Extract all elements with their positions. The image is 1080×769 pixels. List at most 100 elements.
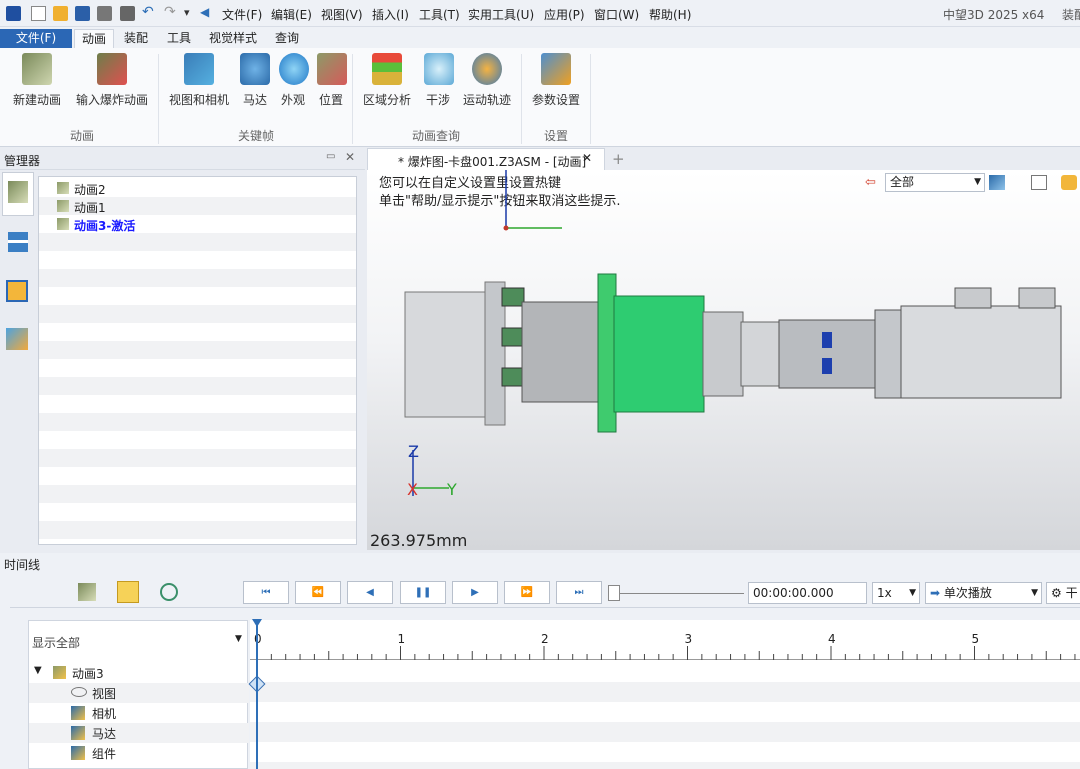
- document-tab[interactable]: * 爆炸图-卡盘001.Z3ASM - [动画] ✕: [367, 148, 605, 170]
- view-camera-button[interactable]: 视图和相机: [167, 53, 231, 108]
- motor-connector: [954, 287, 992, 309]
- interference-button[interactable]: 干涉: [424, 53, 454, 108]
- playhead[interactable]: [256, 620, 258, 769]
- coupling-insert: [822, 332, 832, 348]
- tree-item-animation1[interactable]: 动画1: [39, 197, 356, 215]
- keyframe-toggle-icon[interactable]: [117, 581, 139, 603]
- speed-select[interactable]: 1x ▼: [872, 582, 920, 604]
- tree-item-animation2[interactable]: 动画2: [39, 179, 356, 197]
- new-file-icon[interactable]: [31, 6, 46, 21]
- view-scene-icon[interactable]: [6, 328, 28, 350]
- rotary-housing: [521, 301, 601, 403]
- time-slider-track[interactable]: [620, 593, 744, 594]
- show-filter-select[interactable]: 显示全部 ▼: [29, 629, 249, 655]
- ruler-label: 4: [828, 632, 836, 646]
- tab-animation[interactable]: 动画: [74, 29, 114, 48]
- close-icon[interactable]: ✕: [345, 150, 355, 164]
- manager-side-toolbar: [0, 170, 36, 550]
- menu-window[interactable]: 窗口(W): [594, 6, 639, 23]
- scale-readout: 263.975mm: [370, 531, 468, 550]
- next-key-button[interactable]: ⏩: [504, 581, 550, 604]
- timeline-tracks[interactable]: [248, 660, 1080, 769]
- chevron-down-icon: ▼: [235, 634, 242, 644]
- menu-file[interactable]: 文件(F): [222, 6, 262, 23]
- redo-icon[interactable]: ↷: [164, 5, 179, 21]
- new-animation-button[interactable]: 新建动画: [11, 53, 63, 108]
- timeline-title: 时间线: [4, 558, 41, 572]
- quick-access-dropdown-icon[interactable]: ▾: [184, 6, 199, 21]
- timeline-tree-item-camera[interactable]: 相机: [29, 703, 249, 723]
- motor-icon: [240, 53, 270, 85]
- open-folder-icon[interactable]: [53, 6, 68, 21]
- menu-tools[interactable]: 工具(T): [419, 6, 460, 23]
- reverse-play-button[interactable]: ◀: [347, 581, 393, 604]
- tab-assembly[interactable]: 装配: [117, 29, 155, 48]
- menu-view[interactable]: 视图(V): [321, 6, 363, 23]
- time-input[interactable]: 00:00:00.000: [748, 582, 867, 604]
- motion-path-button[interactable]: 运动轨迹: [462, 53, 512, 108]
- import-explode-animation-button[interactable]: 输入爆炸动画: [74, 53, 150, 108]
- menu-edit[interactable]: 编辑(E): [271, 6, 312, 23]
- collapse-arrow-icon[interactable]: ◀: [200, 6, 215, 21]
- component-icon: [71, 746, 85, 760]
- print-preview-icon[interactable]: [120, 6, 135, 21]
- tree-empty-row: [39, 233, 356, 251]
- close-tab-icon[interactable]: ✕: [582, 151, 592, 165]
- track-row: [250, 682, 1080, 702]
- go-to-start-button[interactable]: ⏮: [243, 581, 289, 604]
- position-button[interactable]: 位置: [317, 53, 347, 108]
- tab-visual-style[interactable]: 视觉样式: [203, 29, 263, 48]
- play-mode-select[interactable]: ➡ 单次播放 ▼: [925, 582, 1042, 604]
- track-row: [250, 762, 1080, 769]
- timeline-divider: [10, 607, 1080, 608]
- menu-help[interactable]: 帮助(H): [649, 6, 691, 23]
- timeline-tree-item-component[interactable]: 组件: [29, 743, 249, 763]
- add-tab-icon[interactable]: +: [612, 150, 625, 168]
- tree-item-animation3-active[interactable]: 动画3-激活: [39, 215, 356, 233]
- 3d-viewport[interactable]: 您可以在自定义设置里设置热键 单击"帮助/显示提示"按钮来取消这些提示. ⇦ 全…: [367, 170, 1080, 550]
- timeline-tree-item-motor[interactable]: 马达: [29, 723, 249, 743]
- tab-file[interactable]: 文件(F): [0, 29, 72, 48]
- tab-query[interactable]: 查询: [268, 29, 306, 48]
- animation-filter-icon[interactable]: [78, 583, 96, 601]
- refresh-icon[interactable]: [160, 583, 178, 601]
- motor-button[interactable]: 马达: [240, 53, 270, 108]
- previous-key-button[interactable]: ⏪: [295, 581, 341, 604]
- tree-empty-row: [39, 485, 356, 503]
- parameter-settings-button[interactable]: 参数设置: [530, 53, 582, 108]
- animation-icon: [57, 200, 69, 212]
- menu-insert[interactable]: 插入(I): [372, 6, 409, 23]
- save-icon[interactable]: [75, 6, 90, 21]
- animation-icon: [57, 182, 69, 194]
- go-to-end-button[interactable]: ⏭: [556, 581, 602, 604]
- motion-path-gear-icon: [472, 53, 502, 85]
- interference-check-button[interactable]: ⚙ 干: [1046, 582, 1080, 604]
- expand-arrow-icon[interactable]: ▼: [34, 665, 42, 676]
- undo-icon[interactable]: ↶: [142, 5, 157, 21]
- assembly-tree-icon[interactable]: [8, 232, 28, 252]
- pin-icon[interactable]: ▭: [326, 151, 335, 162]
- timeline-tree-root[interactable]: ▼ 动画3: [29, 663, 249, 683]
- animation-tree: 动画2 动画1 动画3-激活: [38, 176, 357, 545]
- animation-manager-tab[interactable]: [2, 172, 34, 216]
- region-analysis-button[interactable]: 区域分析: [362, 53, 412, 108]
- group-label-animation: 动画: [69, 129, 94, 143]
- print-icon[interactable]: [97, 6, 112, 21]
- appearance-button[interactable]: 外观: [279, 53, 309, 108]
- menu-utilities[interactable]: 实用工具(U): [468, 6, 534, 23]
- timeline-tree-item-view[interactable]: 视图: [29, 683, 249, 703]
- menu-apps[interactable]: 应用(P): [544, 6, 585, 23]
- axis-label-z: Z: [408, 442, 419, 461]
- ruler-label: 3: [685, 632, 693, 646]
- tab-tools[interactable]: 工具: [160, 29, 198, 48]
- timeline-ruler[interactable]: 012345: [250, 620, 1080, 660]
- tree-empty-row: [39, 305, 356, 323]
- time-slider-thumb[interactable]: [608, 585, 620, 601]
- tree-empty-row: [39, 521, 356, 539]
- play-button[interactable]: ▶: [452, 581, 498, 604]
- chevron-down-icon: ▼: [909, 588, 916, 598]
- tree-empty-row: [39, 413, 356, 431]
- pause-button[interactable]: ❚❚: [400, 581, 446, 604]
- part-cube-icon[interactable]: [6, 280, 28, 302]
- tree-empty-row: [39, 341, 356, 359]
